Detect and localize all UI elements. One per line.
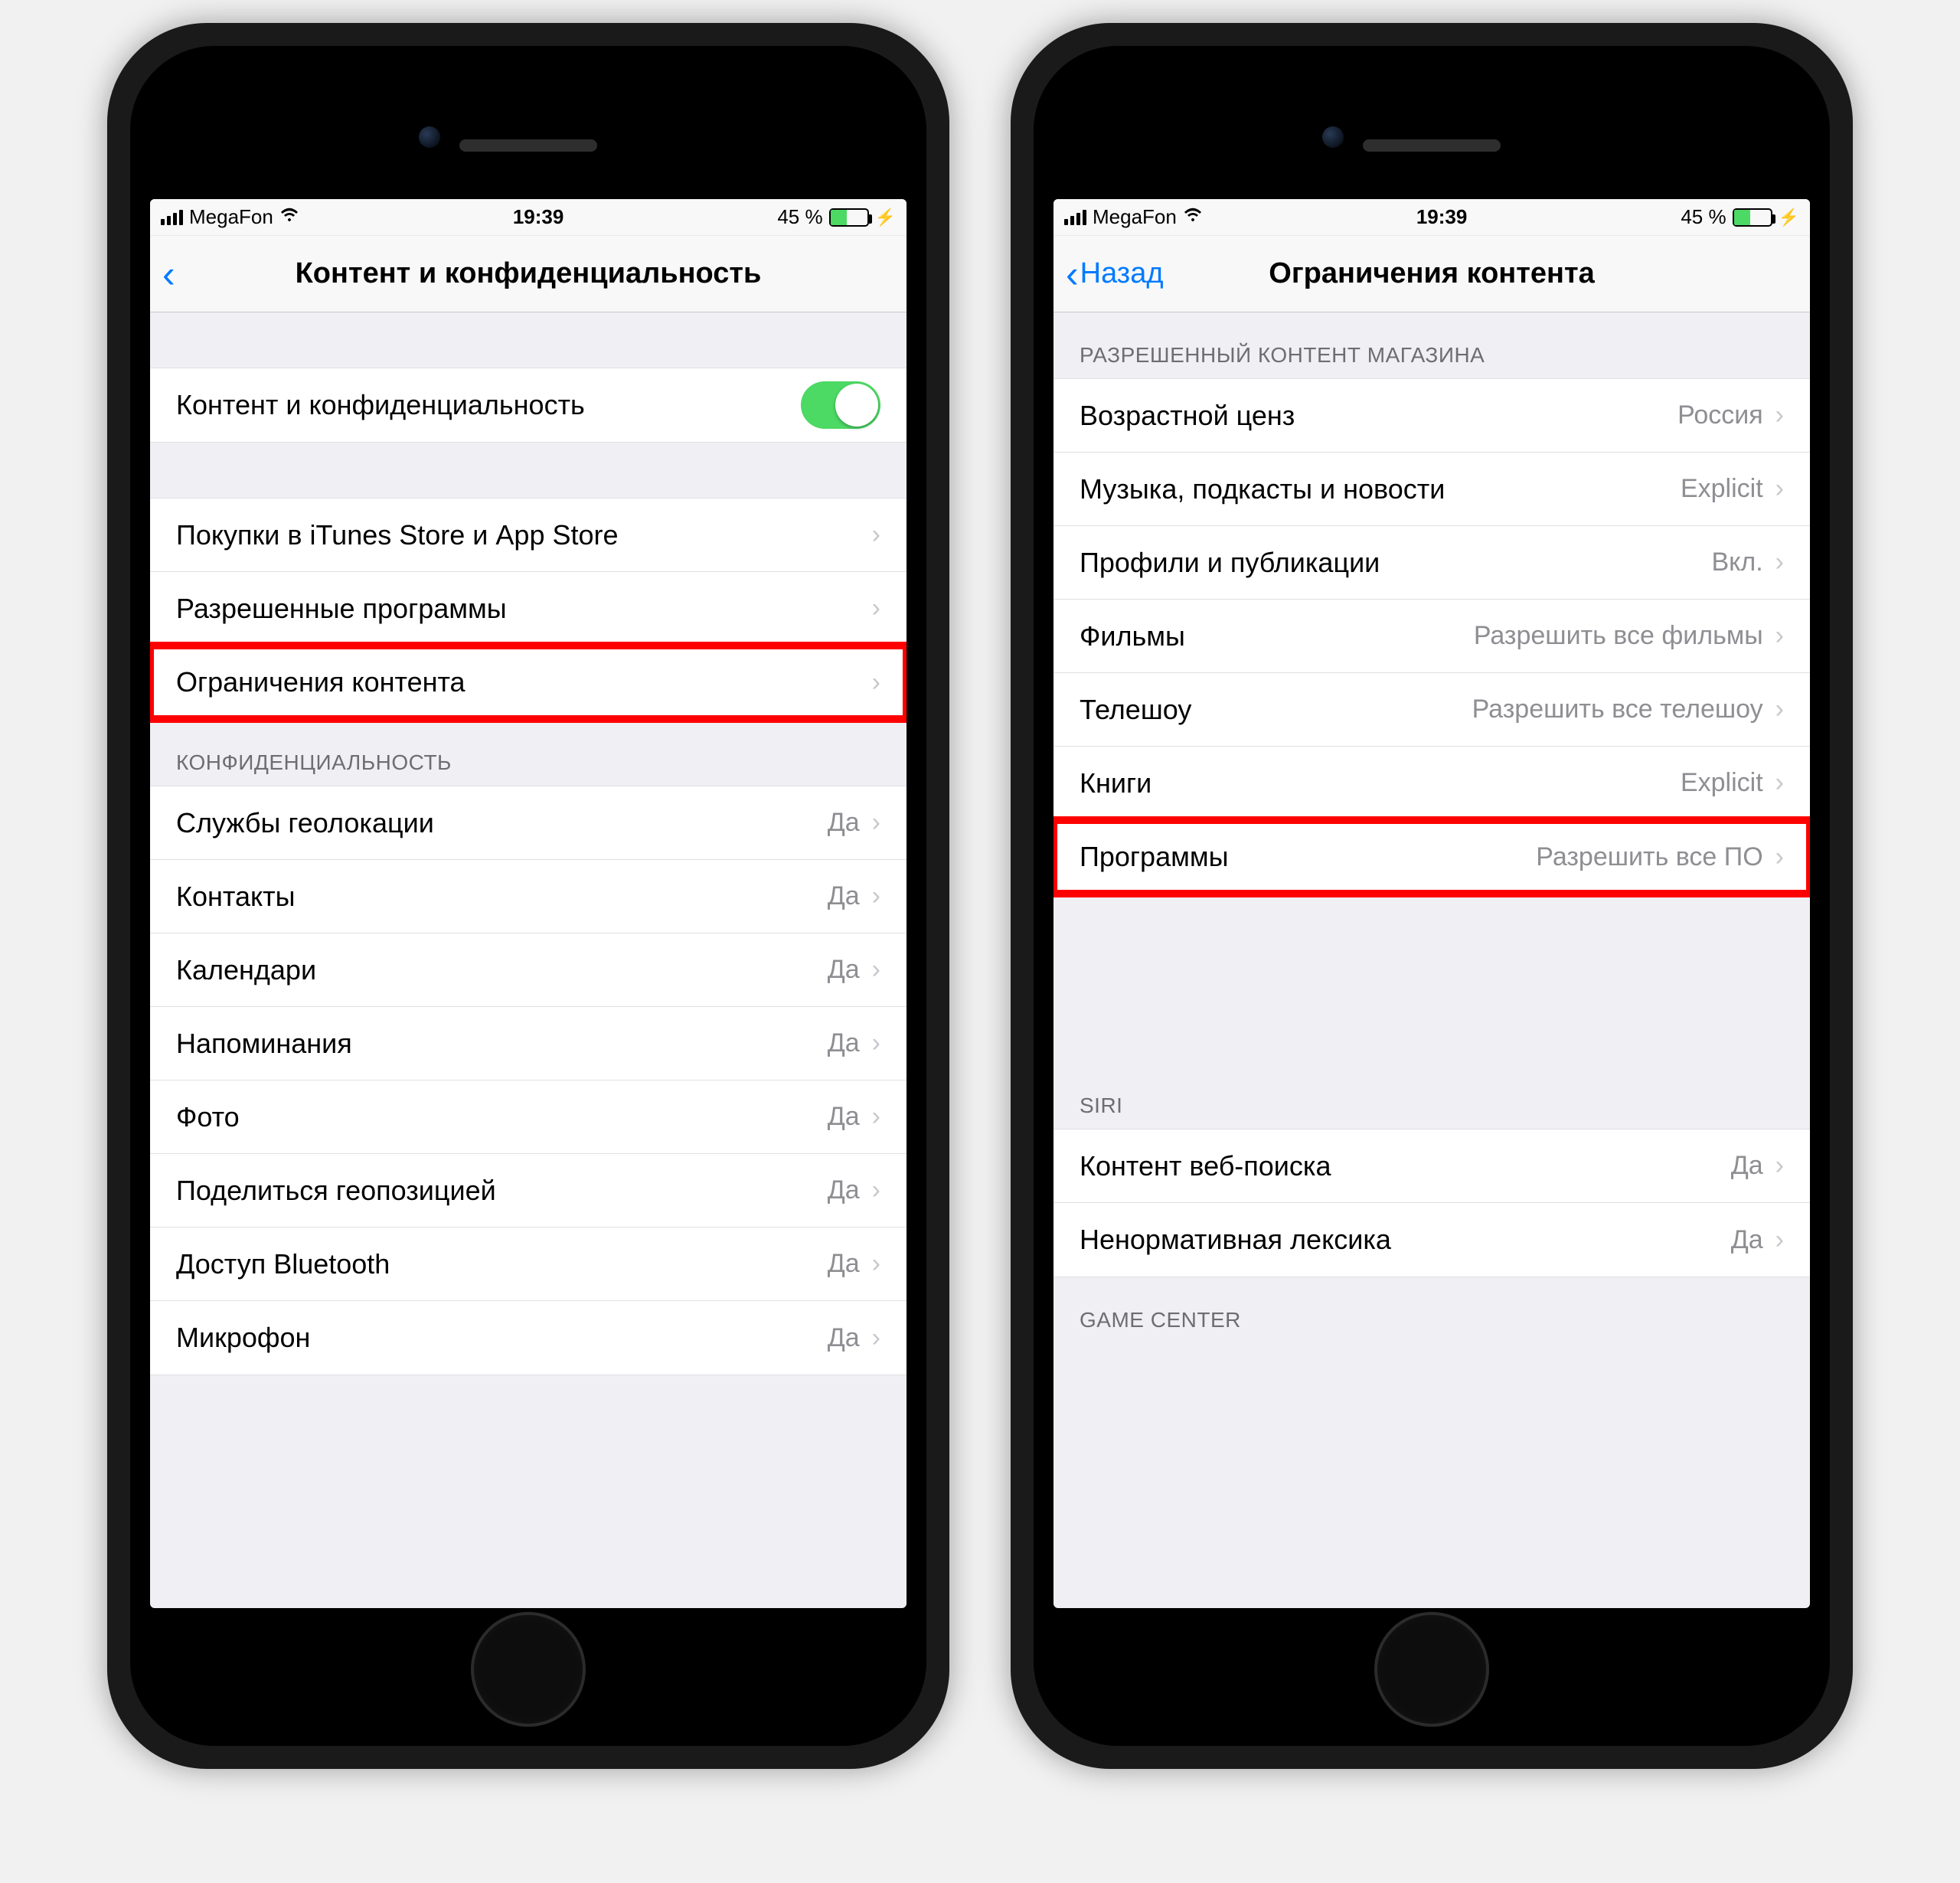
- row-photos[interactable]: Фото Да ›: [150, 1080, 906, 1154]
- chevron-left-icon: ‹: [1066, 255, 1079, 293]
- back-label: Назад: [1080, 257, 1164, 290]
- row-age-rating[interactable]: Возрастной ценз Россия ›: [1054, 379, 1810, 453]
- row-profiles-posts[interactable]: Профили и публикации Вкл. ›: [1054, 526, 1810, 600]
- earpiece-speaker: [459, 139, 597, 152]
- row-share-location[interactable]: Поделиться геопозицией Да ›: [150, 1154, 906, 1228]
- cellular-signal-icon: [1064, 210, 1086, 225]
- chevron-right-icon: ›: [872, 1323, 880, 1353]
- home-button[interactable]: [471, 1612, 586, 1727]
- row-music-podcasts-news[interactable]: Музыка, подкасты и новости Explicit ›: [1054, 453, 1810, 526]
- wifi-icon: [279, 207, 299, 228]
- carrier-label: MegaFon: [1093, 205, 1177, 229]
- chevron-right-icon: ›: [872, 955, 880, 985]
- row-movies[interactable]: Фильмы Разрешить все фильмы ›: [1054, 600, 1810, 673]
- chevron-right-icon: ›: [872, 593, 880, 623]
- battery-percent: 45 %: [1681, 205, 1726, 229]
- home-button[interactable]: [1374, 1612, 1489, 1727]
- carrier-label: MegaFon: [189, 205, 273, 229]
- chevron-right-icon: ›: [1775, 1225, 1784, 1255]
- phone-frame-right: MegaFon 19:39 45 % ⚡ ‹ Н: [1011, 23, 1853, 1769]
- row-location-services[interactable]: Службы геолокации Да ›: [150, 786, 906, 860]
- row-explicit-language[interactable]: Ненормативная лексика Да ›: [1054, 1203, 1810, 1277]
- row-tvshows[interactable]: Телешоу Разрешить все телешоу ›: [1054, 673, 1810, 747]
- chevron-left-icon: ‹: [162, 255, 175, 293]
- front-camera: [1322, 126, 1344, 148]
- row-label: Покупки в iTunes Store и App Store: [176, 519, 872, 551]
- chevron-right-icon: ›: [872, 808, 880, 838]
- clock: 19:39: [513, 205, 564, 229]
- wifi-icon: [1183, 207, 1203, 228]
- toggle-switch[interactable]: [801, 381, 880, 429]
- section-header-gamecenter: GAME CENTER: [1054, 1277, 1810, 1343]
- earpiece-speaker: [1363, 139, 1501, 152]
- chevron-right-icon: ›: [872, 1175, 880, 1205]
- section-header-siri: SIRI: [1054, 1063, 1810, 1129]
- row-allowed-apps[interactable]: Разрешенные программы ›: [150, 572, 906, 646]
- row-calendars[interactable]: Календари Да ›: [150, 933, 906, 1007]
- row-itunes-appstore-purchases[interactable]: Покупки в iTunes Store и App Store ›: [150, 499, 906, 572]
- chevron-right-icon: ›: [1775, 400, 1784, 430]
- cellular-signal-icon: [161, 210, 183, 225]
- chevron-right-icon: ›: [1775, 621, 1784, 651]
- charging-icon: ⚡: [1779, 208, 1799, 227]
- chevron-right-icon: ›: [1775, 842, 1784, 872]
- row-books[interactable]: Книги Explicit ›: [1054, 747, 1810, 820]
- row-label: Ограничения контента: [176, 666, 872, 698]
- battery-icon: [829, 208, 869, 227]
- charging-icon: ⚡: [875, 208, 896, 227]
- row-web-search-content[interactable]: Контент веб-поиска Да ›: [1054, 1129, 1810, 1203]
- phone-frame-left: MegaFon 19:39 45 % ⚡ ‹: [107, 23, 949, 1769]
- page-title: Ограничения контента: [1054, 257, 1810, 290]
- section-header-privacy: КОНФИДЕНЦИАЛЬНОСТЬ: [150, 720, 906, 786]
- chevron-right-icon: ›: [1775, 548, 1784, 577]
- row-reminders[interactable]: Напоминания Да ›: [150, 1007, 906, 1080]
- row-label: Контент и конфиденциальность: [176, 389, 801, 421]
- row-bluetooth[interactable]: Доступ Bluetooth Да ›: [150, 1228, 906, 1301]
- chevron-right-icon: ›: [872, 668, 880, 698]
- page-title: Контент и конфиденциальность: [150, 257, 906, 290]
- front-camera: [419, 126, 440, 148]
- clock: 19:39: [1416, 205, 1468, 229]
- chevron-right-icon: ›: [872, 520, 880, 550]
- status-bar: MegaFon 19:39 45 % ⚡: [150, 199, 906, 236]
- screen-right: MegaFon 19:39 45 % ⚡ ‹ Н: [1054, 199, 1810, 1608]
- row-microphone[interactable]: Микрофон Да ›: [150, 1301, 906, 1375]
- battery-percent: 45 %: [777, 205, 822, 229]
- row-content-restrictions[interactable]: Ограничения контента ›: [150, 646, 906, 719]
- row-apps[interactable]: Программы Разрешить все ПО ›: [1054, 820, 1810, 894]
- chevron-right-icon: ›: [1775, 695, 1784, 724]
- row-label: Разрешенные программы: [176, 593, 872, 625]
- chevron-right-icon: ›: [1775, 474, 1784, 504]
- chevron-right-icon: ›: [872, 1102, 880, 1132]
- navbar: ‹ Контент и конфиденциальность: [150, 236, 906, 312]
- chevron-right-icon: ›: [1775, 1151, 1784, 1181]
- chevron-right-icon: ›: [872, 1249, 880, 1279]
- screen-left: MegaFon 19:39 45 % ⚡ ‹: [150, 199, 906, 1608]
- navbar: ‹ Назад Ограничения контента: [1054, 236, 1810, 312]
- back-button[interactable]: ‹: [162, 255, 175, 293]
- chevron-right-icon: ›: [1775, 768, 1784, 798]
- row-contacts[interactable]: Контакты Да ›: [150, 860, 906, 933]
- chevron-right-icon: ›: [872, 1028, 880, 1058]
- chevron-right-icon: ›: [872, 881, 880, 911]
- status-bar: MegaFon 19:39 45 % ⚡: [1054, 199, 1810, 236]
- content-privacy-toggle-row[interactable]: Контент и конфиденциальность: [150, 368, 906, 442]
- section-header-store: РАЗРЕШЕННЫЙ КОНТЕНТ МАГАЗИНА: [1054, 312, 1810, 378]
- back-button[interactable]: ‹ Назад: [1066, 255, 1164, 293]
- battery-icon: [1733, 208, 1772, 227]
